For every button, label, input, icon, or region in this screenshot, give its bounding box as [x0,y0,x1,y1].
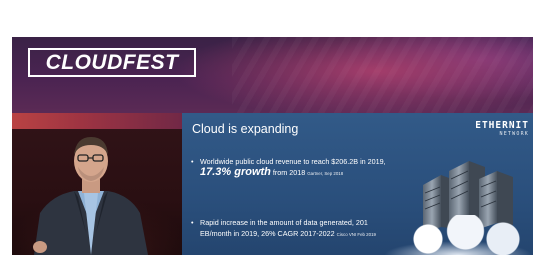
growth-highlight: 17.3% growth [200,166,271,178]
ethernit-logo: ETHERNIT NETWORK [475,120,529,137]
cloudfest-logo: CLOUDFEST [28,48,196,77]
slide-title: Cloud is expanding [192,122,299,136]
speaker-area [12,113,182,255]
bullet-text: from 2018 [270,168,308,177]
bullet-text: Worldwide public cloud revenue to reach … [200,157,386,166]
banner-light-rays [232,37,533,113]
speaker-figure [33,137,148,255]
source-citation: Gartner, Sep 2018 [307,171,344,176]
ethernit-logo-line2: NETWORK [499,131,529,137]
stage-banner: CLOUDFEST [12,37,533,113]
presentation-slide: Cloud is expanding ETHERNIT NETWORK Worl… [182,113,533,255]
video-frame: CLOUDFEST Cloud is expanding ETHERNIT NE… [12,37,533,255]
bullet-data-growth: Rapid increase in the amount of data gen… [191,217,400,240]
bullet-cloud-revenue: Worldwide public cloud revenue to reach … [191,156,400,179]
cloud-illustration [383,215,533,255]
source-citation: Cisco VNI Feb 2019 [336,232,376,237]
ethernit-logo-line1: ETHERNIT [475,120,529,131]
cloudfest-logo-text: CLOUDFEST [45,50,179,74]
